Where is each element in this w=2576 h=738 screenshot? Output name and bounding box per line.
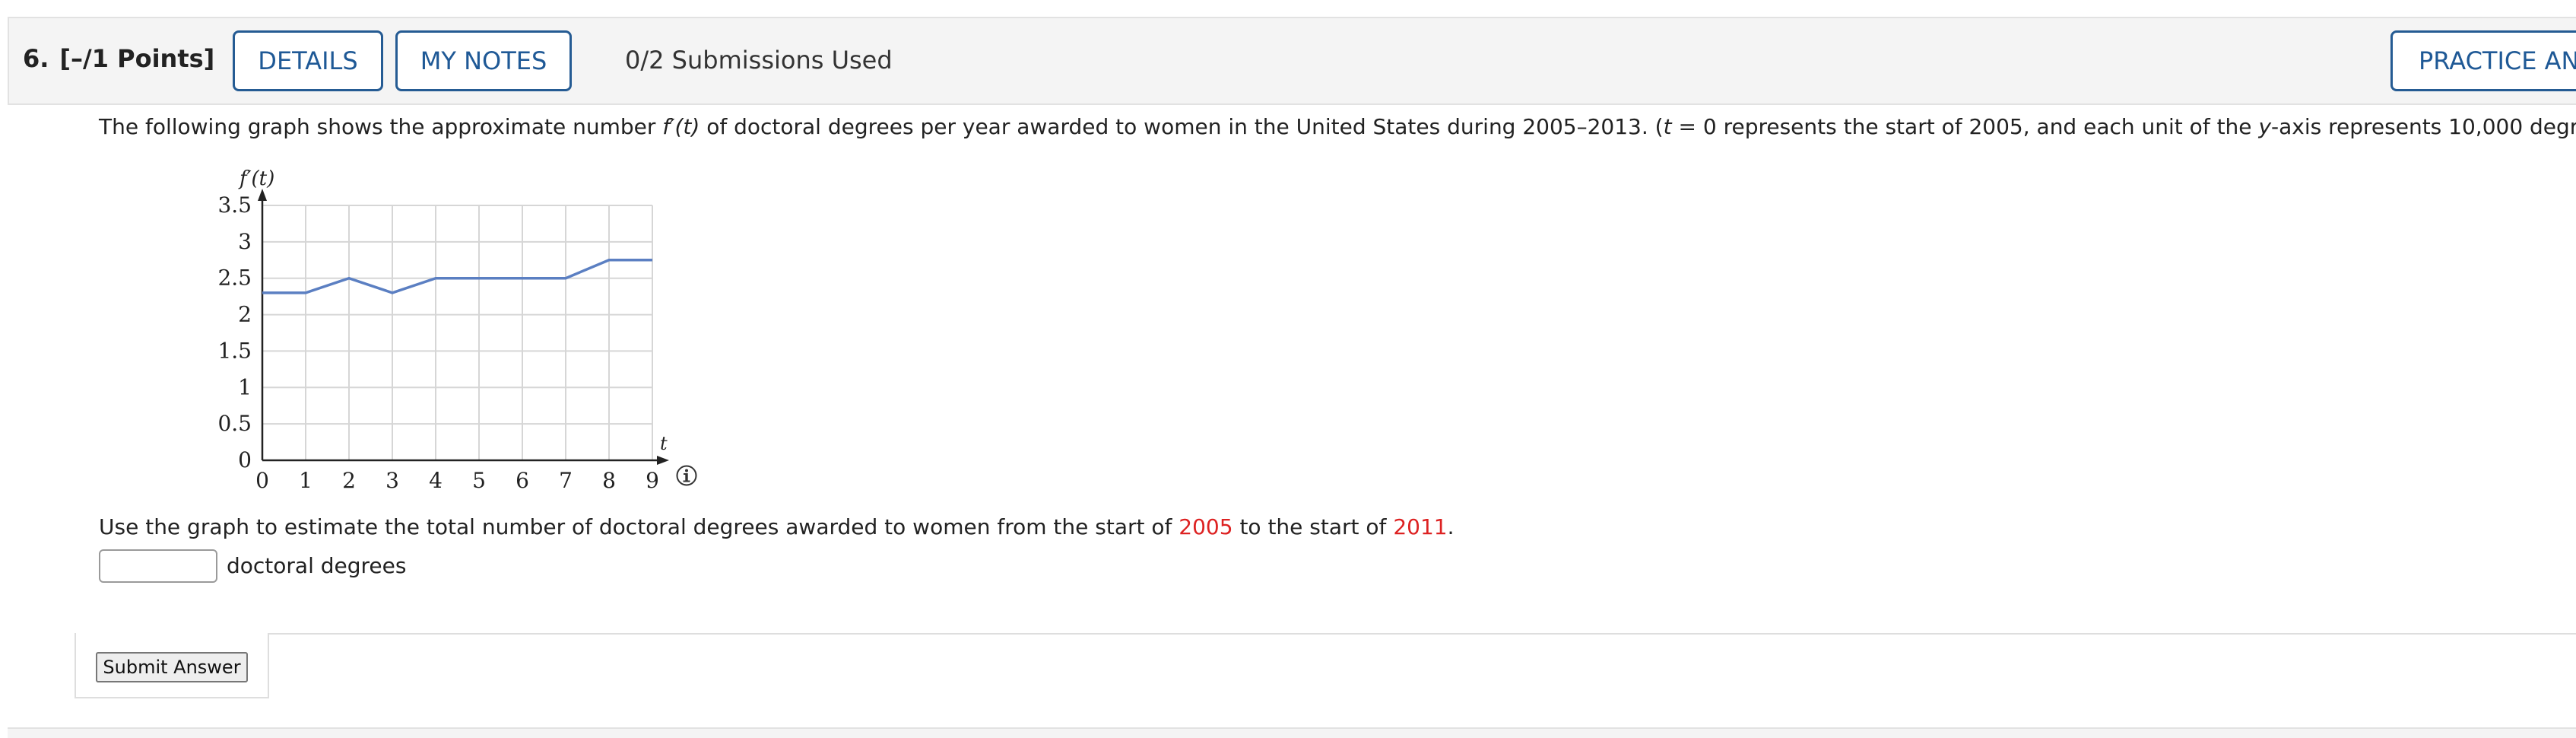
variable-y: y	[2258, 114, 2271, 139]
x-tick-label: 9	[646, 468, 659, 493]
y-tick-label: 1.5	[217, 338, 252, 363]
x-tick-label: 1	[299, 468, 312, 493]
graph-grid	[262, 205, 652, 460]
prompt-text: .	[1448, 514, 1455, 539]
question-text-part: of doctoral degrees per year awarded to …	[700, 114, 1663, 139]
x-tick-label: 4	[429, 468, 443, 493]
y-axis-label: f′(t)	[238, 167, 274, 190]
graph-line	[262, 260, 652, 293]
x-tick-label: 5	[472, 468, 486, 493]
my-notes-button[interactable]: MY NOTES	[395, 30, 572, 91]
x-axis-arrow	[657, 456, 669, 465]
question-text-part: The following graph shows the approximat…	[99, 114, 662, 139]
question-title: 6. [–/1 Points]	[23, 44, 225, 73]
derivative-graph: 0 1 2 3 4 5 6 7 8 9 0 0.5 1 1.5 2 2.5 3 3.5f′(t) t	[182, 156, 700, 506]
y-axis-arrow	[258, 189, 267, 201]
practice-another-button[interactable]: PRACTICE AN	[2390, 30, 2576, 91]
y-tick-label: 2	[238, 302, 252, 327]
y-tick-label: 1	[238, 374, 252, 399]
answer-input[interactable]	[99, 549, 217, 583]
data-line	[262, 260, 652, 293]
question-text: The following graph shows the approximat…	[99, 114, 2576, 139]
question-header	[8, 17, 2576, 105]
x-tick-label: 3	[385, 468, 399, 493]
info-icon[interactable]	[675, 464, 698, 487]
submit-area-border	[75, 633, 2576, 698]
question-text-part: -axis represents 10,000 degrees.)	[2271, 114, 2576, 139]
x-tick-label: 0	[255, 468, 269, 493]
y-tick-label: 0	[238, 447, 252, 472]
question-number: 6.	[23, 44, 49, 73]
x-tick-label: 2	[342, 468, 356, 493]
x-tick-label: 6	[516, 468, 529, 493]
start-year: 2005	[1179, 514, 1232, 539]
prompt-text: to the start of	[1233, 514, 1394, 539]
x-tick-label: 7	[559, 468, 573, 493]
y-tick-label: 2.5	[217, 266, 252, 291]
answer-unit: doctoral degrees	[227, 553, 406, 578]
submit-answer-button[interactable]: Submit Answer	[96, 652, 248, 682]
question-text-part: = 0 represents the start of 2005, and ea…	[1672, 114, 2259, 139]
details-button[interactable]: DETAILS	[233, 30, 383, 91]
x-axis-label: t	[660, 433, 668, 454]
end-year: 2011	[1393, 514, 1447, 539]
y-tick-label: 3	[238, 229, 252, 254]
submissions-used: 0/2 Submissions Used	[625, 46, 893, 75]
x-tick-label: 8	[602, 468, 616, 493]
y-tick-label: 0.5	[217, 411, 252, 436]
graph-labels: 0 1 2 3 4 5 6 7 8 9 0 0.5 1 1.5 2 2.5 3 3.5f′(t) t	[217, 167, 668, 493]
question-points: [–/1 Points]	[59, 44, 214, 73]
variable-t: t	[1664, 114, 1672, 139]
question-prompt: Use the graph to estimate the total numb…	[99, 514, 1454, 539]
y-tick-label: 3.5	[217, 192, 252, 218]
prompt-text: Use the graph to estimate the total numb…	[99, 514, 1179, 539]
function-name: f′(t)	[662, 114, 700, 139]
